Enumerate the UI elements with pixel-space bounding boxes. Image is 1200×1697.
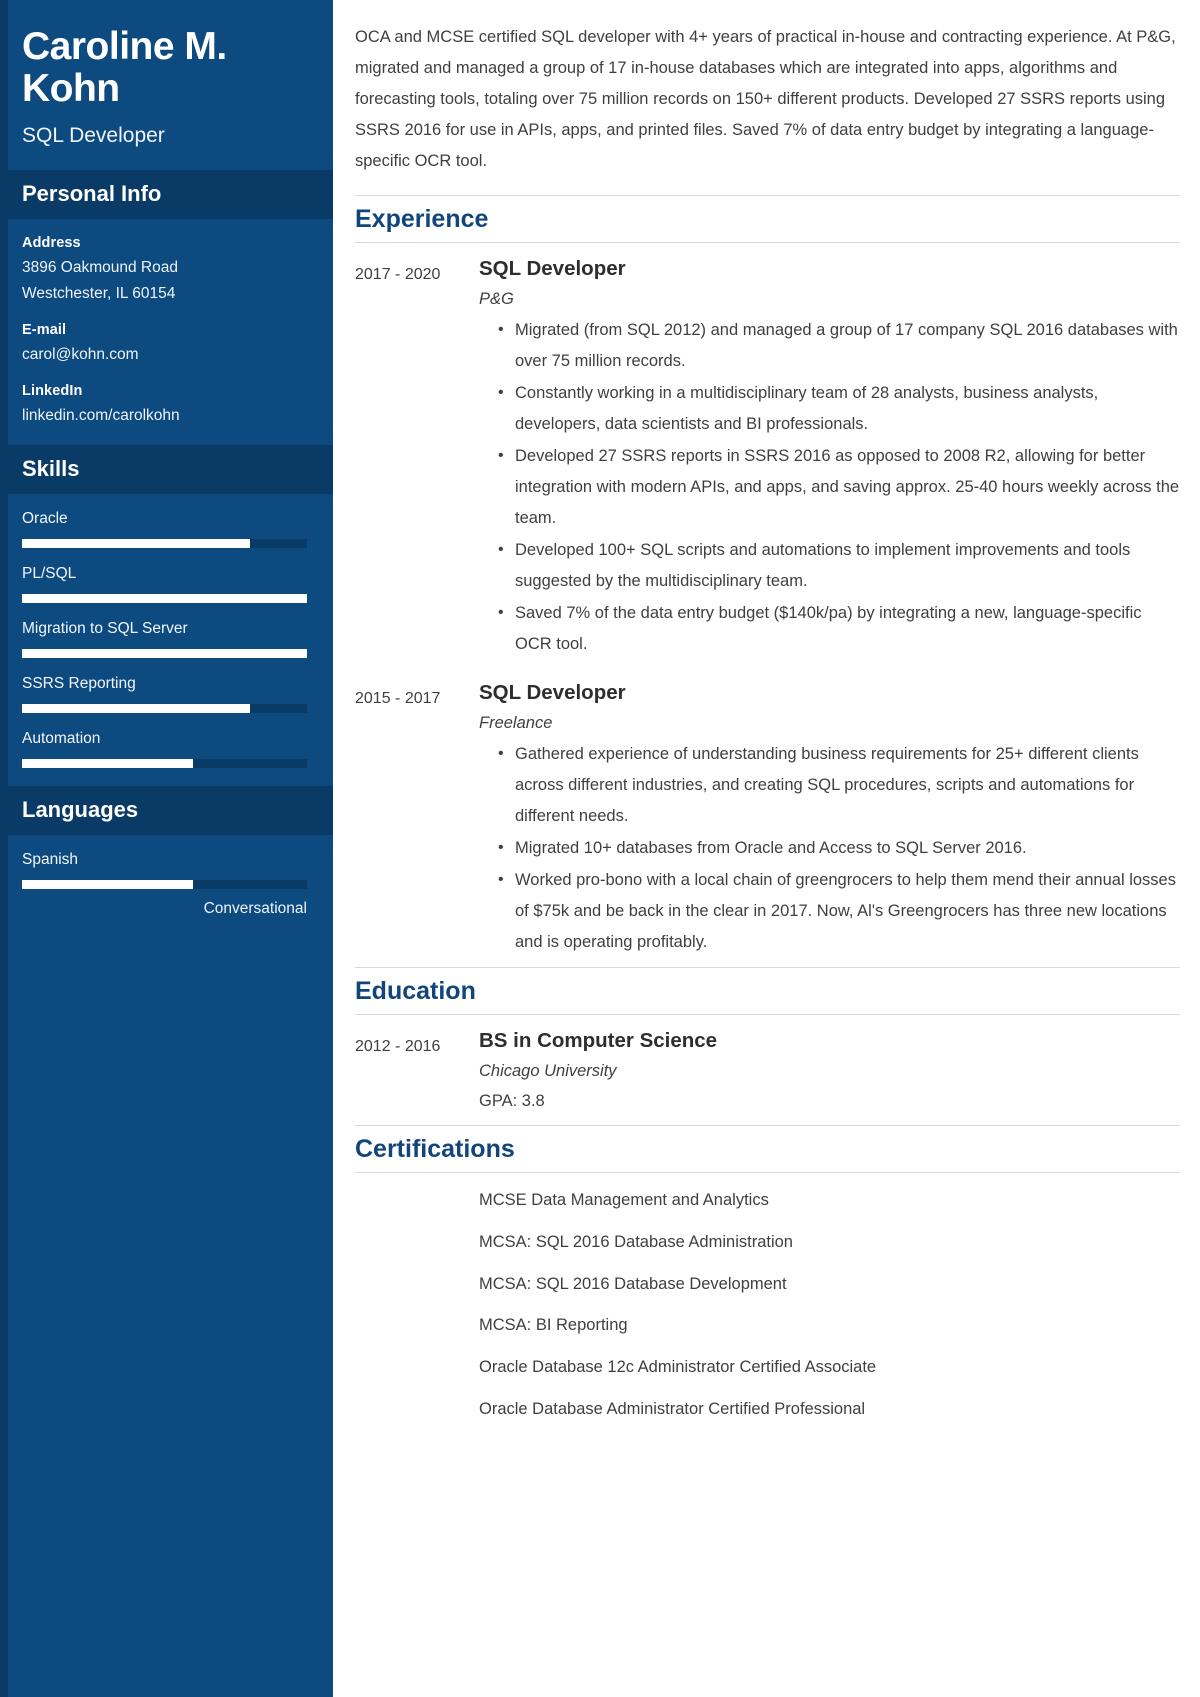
gpa-value: GPA: 3.8 [479,1092,545,1111]
linkedin-value[interactable]: linkedin.com/carolkohn [22,405,307,427]
education-entry: 2012 - 2016 BS in Computer Science Chica… [355,1015,1180,1123]
info-group-address: Address 3896 Oakmound Road Westchester, … [22,235,307,305]
personal-info-heading: Personal Info [8,170,333,220]
bullet-item: Migrated (from SQL 2012) and managed a g… [498,315,1180,377]
skill-bar-fill [22,649,307,659]
skill-bar-fill [22,539,250,549]
entry-organization: Freelance [479,714,553,733]
entry-role: SQL Developer [479,681,626,705]
candidate-job-title: SQL Developer [22,124,165,148]
skill-bar-track [22,759,307,769]
skill-row: SSRS Reporting [22,675,307,714]
bullet-item: Worked pro-bono with a local chain of gr… [498,865,1180,958]
personal-info-body: Address 3896 Oakmound Road Westchester, … [8,219,333,445]
entry-organization: P&G [479,290,514,309]
languages-body: Spanish Conversational [8,835,333,936]
education-section: Education 2012 - 2016 BS in Computer Sci… [355,967,1180,1123]
bullet-item: Gathered experience of understanding bus… [498,739,1180,832]
certification-item: MCSE Data Management and Analytics [479,1191,769,1210]
skill-row: Automation [22,730,307,769]
language-bar-track [22,880,307,890]
info-value: Westchester, IL 60154 [22,285,176,303]
entry-body: BS in Computer Science Chicago Universit… [479,1029,1180,1117]
skill-name: SSRS Reporting [22,675,136,693]
language-name: Spanish [22,851,79,869]
certification-item: MCSA: BI Reporting [479,1316,628,1335]
info-label: E-mail [22,322,67,339]
bullet-item: Migrated 10+ databases from Oracle and A… [498,833,1180,864]
entry-dates: 2012 - 2016 [355,1038,441,1056]
skill-name: Migration to SQL Server [22,620,188,638]
experience-section: Experience 2017 - 2020 SQL Developer P&G… [355,195,1180,965]
certification-item: MCSA: SQL 2016 Database Development [479,1274,787,1293]
experience-entry: 2015 - 2017 SQL Developer Freelance Gath… [355,667,1180,965]
skill-bar-fill [22,594,307,604]
certifications-heading: Certifications [355,1125,1180,1174]
email-value[interactable]: carol@kohn.com [22,344,307,366]
skill-name: PL/SQL [22,565,77,583]
entry-body: SQL Developer P&G Migrated (from SQL 201… [479,257,1180,661]
skills-heading: Skills [8,445,333,495]
certifications-list: MCSE Data Management and Analytics MCSA:… [355,1173,1180,1424]
info-label: Address [22,235,81,252]
main-content: OCA and MCSE certified SQL developer wit… [333,0,1200,1697]
skill-bar-fill [22,759,193,769]
bullet-item: Developed 27 SSRS reports in SSRS 2016 a… [498,441,1180,534]
entry-bullet-list: Migrated (from SQL 2012) and managed a g… [479,315,1180,660]
info-value: 3896 Oakmound Road [22,259,178,277]
certification-item: MCSA: SQL 2016 Database Administration [479,1232,793,1251]
experience-entry: 2017 - 2020 SQL Developer P&G Migrated (… [355,243,1180,667]
skill-bar-track [22,594,307,604]
skill-name: Oracle [22,510,68,528]
bullet-item: Developed 100+ SQL scripts and automatio… [498,535,1180,597]
school-name: Chicago University [479,1062,617,1081]
identity-block: Caroline M. Kohn SQL Developer [8,0,333,170]
skill-bar-fill [22,704,250,714]
entry-dates: 2017 - 2020 [355,266,441,284]
entry-role: SQL Developer [479,257,626,281]
entry-dates: 2015 - 2017 [355,690,441,708]
bullet-item: Constantly working in a multidisciplinar… [498,378,1180,440]
professional-summary: OCA and MCSE certified SQL developer wit… [355,28,1176,171]
info-label: LinkedIn [22,383,83,400]
resume-document: Caroline M. Kohn SQL Developer Personal … [0,0,1200,1697]
skill-name: Automation [22,730,101,748]
skill-bar-track [22,539,307,549]
candidate-name: Caroline M. Kohn [22,25,227,111]
skill-row: PL/SQL [22,565,307,604]
languages-heading: Languages [8,786,333,836]
skill-bar-track [22,704,307,714]
certification-item: Oracle Database 12c Administrator Certif… [479,1358,877,1377]
language-row: Spanish Conversational [22,851,307,918]
education-heading: Education [355,967,1180,1016]
skill-row: Oracle [22,510,307,549]
info-group-email: E-mail carol@kohn.com [22,322,307,366]
skill-bar-track [22,649,307,659]
skills-body: Oracle PL/SQL Migration to SQL Server SS… [8,494,333,786]
bullet-item: Saved 7% of the data entry budget ($140k… [498,598,1180,660]
language-proficiency: Conversational [203,900,307,918]
language-bar-fill [22,880,193,890]
skill-row: Migration to SQL Server [22,620,307,659]
entry-body: SQL Developer Freelance Gathered experie… [479,681,1180,959]
entry-bullet-list: Gathered experience of understanding bus… [479,739,1180,958]
experience-heading: Experience [355,195,1180,244]
degree-title: BS in Computer Science [479,1029,718,1053]
sidebar: Caroline M. Kohn SQL Developer Personal … [0,0,333,1697]
certification-item: Oracle Database Administrator Certified … [479,1400,866,1419]
info-group-linkedin: LinkedIn linkedin.com/carolkohn [22,383,307,427]
certifications-section: Certifications MCSE Data Management and … [355,1125,1180,1424]
